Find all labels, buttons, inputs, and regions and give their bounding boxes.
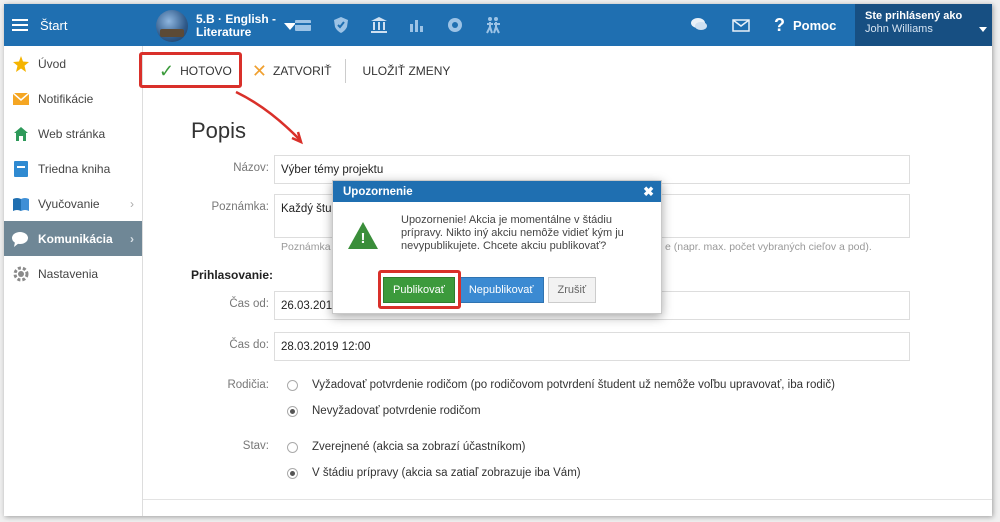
radio-label: Zverejnené (akcia sa zobrazí účastníkom) [312,441,526,453]
action-toolbar: ✓ HOTOVO ✕ ZATVORIŤ ULOŽIŤ ZMENY [143,46,992,96]
time-from-label: Čas od: [229,298,269,310]
parents-label: Rodičia: [227,379,269,391]
sidebar-item-label: Nastavenia [38,266,99,281]
course-selector[interactable]: 5.B · English - Literature [156,10,296,42]
sidebar-item-komunikacia[interactable]: Komunikácia › [4,221,142,256]
chevron-right-icon: › [130,231,134,246]
course-title: 5.B · English - Literature [196,12,277,39]
award-icon[interactable] [446,16,464,34]
star-icon [12,55,30,73]
sidebar-item-label: Komunikácia [38,231,113,246]
building-icon[interactable] [370,16,388,34]
user-menu[interactable]: Ste prihlásený ako John Williams [855,4,992,46]
question-icon: ? [774,14,785,35]
radio-button [287,379,298,391]
people-icon[interactable] [484,16,502,34]
signup-heading: Prihlasovanie: [191,268,274,282]
sidebar-item-label: Triedna kniha [38,161,111,176]
sidebar-item-nastavenia[interactable]: Nastavenia [4,256,142,291]
chevron-down-icon [979,27,987,32]
sidebar-item-notifikacie[interactable]: Notifikácie [4,81,142,116]
done-button-highlight [139,52,242,88]
sidebar-item-triedna-kniha[interactable]: Triedna kniha [4,151,142,186]
chat-icon[interactable] [690,16,708,34]
cancel-button[interactable]: Zrušiť [547,277,597,303]
state-label: Stav: [242,440,269,452]
name-label: Názov: [233,162,269,174]
sidebar-item-label: Web stránka [38,126,106,141]
help-button[interactable]: ? Pomoc [774,4,836,46]
close-label: ZATVORIŤ [272,64,332,78]
note-hint-right: e (napr. max. počet vybraných cieľov a p… [665,241,872,253]
sidebar-item-uvod[interactable]: Úvod [4,46,142,81]
hamburger-icon [12,19,28,31]
dialog-title: Upozornenie [343,185,413,198]
sidebar-item-label: Notifikácie [38,91,94,106]
envelope-icon [12,90,30,108]
close-icon[interactable]: ✖ [643,184,654,200]
sidebar-item-web-stranka[interactable]: Web stránka [4,116,142,151]
exclamation-mark: ! [360,230,366,247]
start-menu-button[interactable]: Štart [4,4,143,46]
save-changes-button[interactable]: ULOŽIŤ ZMENY [354,56,458,86]
radio-label: Vyžadovať potvrdenie rodičom (po rodičov… [312,379,835,391]
state-published-radio[interactable]: Zverejnené (akcia sa zobrazí účastníkom) [287,441,525,453]
gear-icon [12,265,30,283]
shield-icon[interactable] [332,16,350,34]
house-icon [12,125,30,143]
user-name: John Williams [865,23,933,35]
sidebar-item-vyucovanie[interactable]: Vyučovanie › [4,186,142,221]
start-label: Štart [40,17,68,33]
note-label: Poznámka: [211,201,269,213]
dialog-header: Upozornenie ✖ [333,181,661,202]
user-caption: Ste prihlásený ako [865,10,963,22]
divider [143,499,992,500]
state-draft-radio[interactable]: V štádiu prípravy (akcia sa zatiaľ zobra… [287,467,581,479]
close-icon: ✕ [251,60,267,81]
radio-button [287,441,298,453]
note-hint-left: Poznámka [281,241,331,253]
books-icon [12,195,30,213]
app-window: Štart 5.B · English - Literature ? Pomoc… [4,4,992,516]
help-label: Pomoc [793,17,837,33]
mail-icon[interactable] [732,16,750,34]
dialog-body: ! Upozornenie! Akcia je momentálne v štá… [333,202,661,272]
chevron-right-icon: › [130,196,134,211]
unpublish-button[interactable]: Nepublikovať [458,277,544,303]
folder-icon[interactable] [294,16,312,34]
time-to-label: Čas do: [229,339,269,351]
top-bar: Štart 5.B · English - Literature ? Pomoc… [4,4,992,46]
publish-button-highlight [378,270,461,309]
book-icon [12,160,30,178]
sidebar-item-label: Úvod [38,56,67,71]
chart-icon[interactable] [408,16,426,34]
course-image [156,10,188,42]
sidebar-item-label: Vyučovanie [38,196,100,211]
parents-require-radio[interactable]: Vyžadovať potvrdenie rodičom (po rodičov… [287,379,835,391]
radio-label: Nevyžadovať potvrdenie rodičom [312,405,481,417]
radio-button [287,467,298,479]
sidebar: Úvod Notifikácie Web stránka Triedna kni… [4,46,143,516]
time-to-field[interactable]: 28.03.2019 12:00 [274,332,910,361]
annotation-arrow [235,90,303,145]
parents-not-require-radio[interactable]: Nevyžadovať potvrdenie rodičom [287,405,481,417]
radio-label: V štádiu prípravy (akcia sa zatiaľ zobra… [312,467,581,479]
save-label: ULOŽIŤ ZMENY [362,64,451,78]
radio-button [287,405,298,417]
close-button[interactable]: ✕ ZATVORIŤ [244,56,340,86]
speech-icon [12,230,30,248]
dialog-message: Upozornenie! Akcia je momentálne v štádi… [401,214,624,252]
toolbar-divider [345,59,347,83]
